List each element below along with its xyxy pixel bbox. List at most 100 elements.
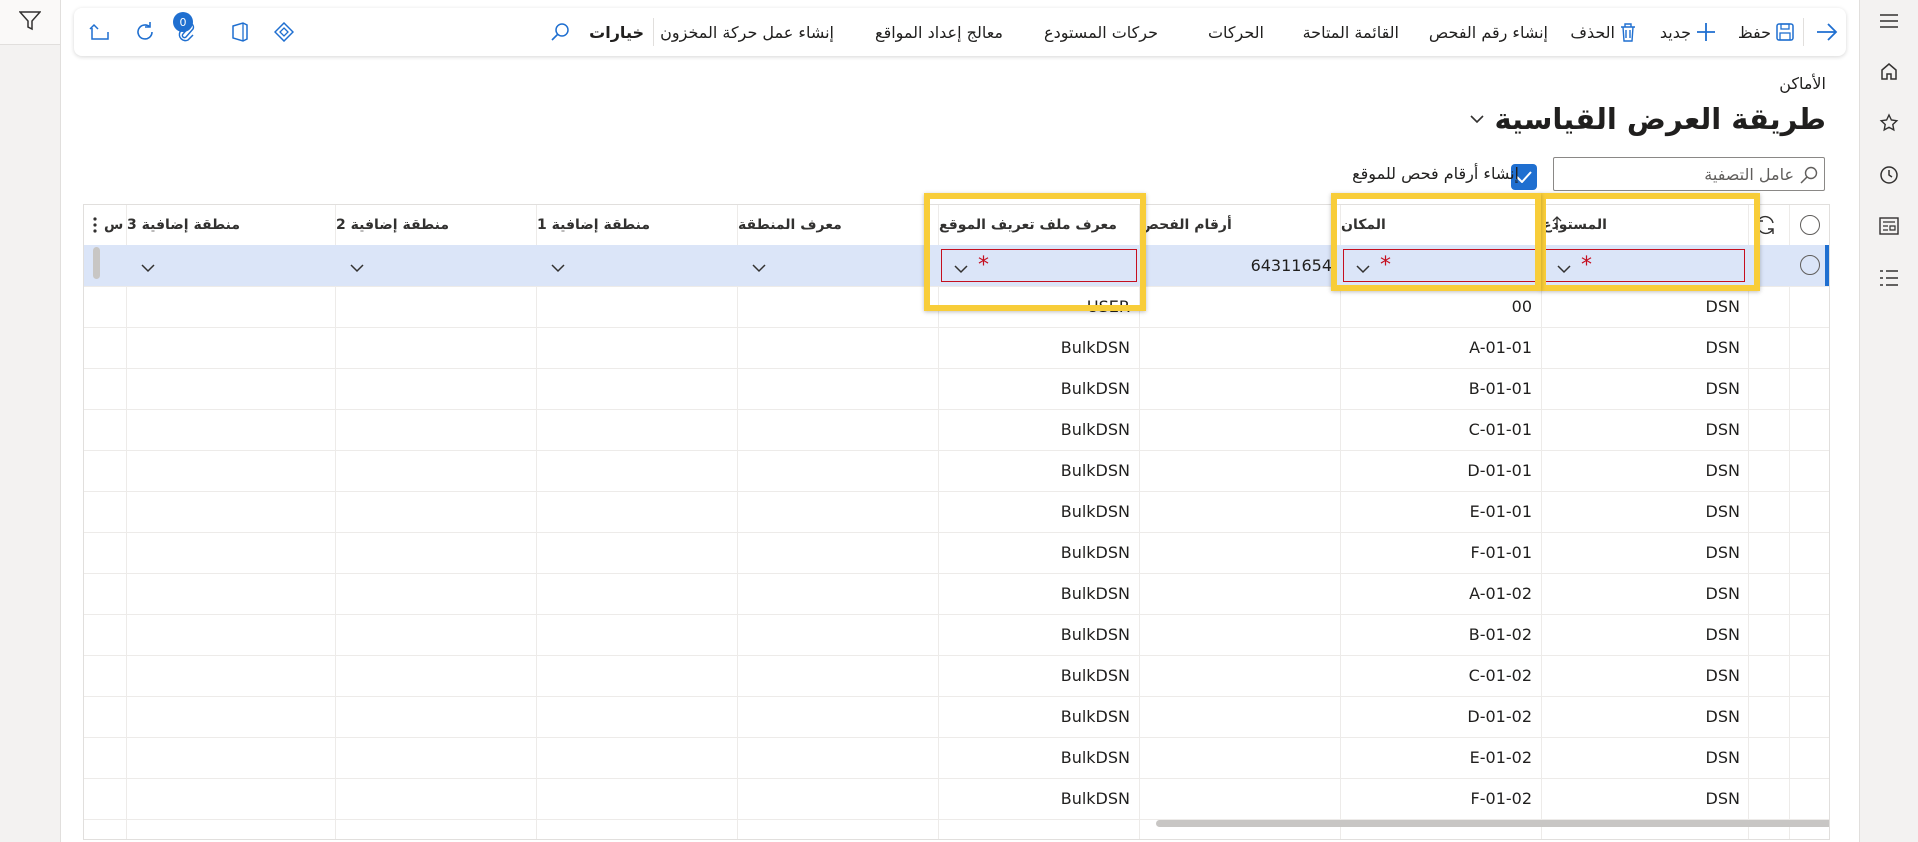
check-digits-cell[interactable]: 64311654 [1140, 245, 1340, 286]
warehouse-cell[interactable]: DSN [1542, 491, 1748, 532]
location-cell[interactable]: B-01-02 [1341, 614, 1540, 655]
transactions-button[interactable]: الحركات [1208, 8, 1264, 56]
location-profile-cell[interactable]: BulkDSN [939, 573, 1138, 614]
search-button[interactable] [550, 8, 570, 56]
location-profile-cell[interactable]: BulkDSN [939, 696, 1138, 737]
warehouse-cell[interactable]: DSN [1542, 737, 1748, 778]
warehouse-cell[interactable]: DSN [1542, 778, 1748, 819]
location-cell[interactable]: A-01-01 [1341, 327, 1540, 368]
create-check-digits-button[interactable]: إنشاء رقم الفحص [1429, 8, 1548, 56]
home-icon[interactable] [1879, 61, 1899, 81]
view-title: طريقة العرض القياسية [1494, 102, 1826, 136]
location-profile-cell[interactable]: BulkDSN [939, 737, 1138, 778]
location-cell[interactable]: D-01-01 [1341, 450, 1540, 491]
table-row[interactable]: DSN D-01-02 BulkDSN [84, 696, 1829, 738]
location-cell[interactable]: B-01-01 [1341, 368, 1540, 409]
delete-label: الحذف [1570, 22, 1615, 42]
power-apps-button[interactable] [274, 8, 294, 56]
table-row[interactable]: DSN A-01-01 BulkDSN [84, 327, 1829, 369]
column-header-zone[interactable]: معرف المنطقة [738, 205, 938, 245]
column-header-extra-zone-2[interactable]: منطقة إضافية 2 [336, 205, 536, 245]
warehouse-cell[interactable]: DSN [1542, 450, 1748, 491]
warehouse-cell[interactable]: DSN [1542, 655, 1748, 696]
table-row[interactable]: DSN C-01-01 BulkDSN [84, 409, 1829, 451]
highlight-location-profile-column [924, 193, 1146, 311]
available-list-button[interactable]: القائمة المتاحة [1303, 8, 1399, 56]
search-icon [550, 22, 570, 42]
office-icon [231, 22, 249, 42]
table-row[interactable]: DSN C-01-02 BulkDSN [84, 655, 1829, 697]
refresh-button[interactable] [134, 8, 156, 56]
table-row[interactable]: DSN B-01-01 BulkDSN [84, 368, 1829, 410]
location-cell[interactable]: D-01-02 [1341, 696, 1540, 737]
warehouse-cell[interactable]: DSN [1542, 368, 1748, 409]
vertical-scrollbar[interactable] [93, 247, 100, 279]
warehouse-cell[interactable]: DSN [1542, 409, 1748, 450]
table-row[interactable]: DSN B-01-02 BulkDSN [84, 614, 1829, 656]
office-button[interactable] [231, 8, 249, 56]
attachments-button[interactable]: 0 [173, 8, 196, 56]
modules-list-icon[interactable] [1879, 268, 1899, 288]
view-selector[interactable]: طريقة العرض القياسية [1470, 102, 1826, 136]
filter-icon[interactable] [19, 11, 41, 31]
action-pane: حفظ جديد الحذف إنشاء رقم الفحص القائمة ا… [74, 8, 1846, 56]
row-select-radio[interactable] [1800, 255, 1820, 275]
zone-dropdown[interactable] [740, 249, 936, 282]
location-profile-cell[interactable]: BulkDSN [939, 491, 1138, 532]
warehouse-cell[interactable]: DSN [1542, 696, 1748, 737]
location-profile-cell[interactable]: BulkDSN [939, 655, 1138, 696]
column-header-check-digits[interactable]: أرقام الفحص [1140, 205, 1340, 245]
location-profile-cell[interactable]: BulkDSN [939, 614, 1138, 655]
location-cell[interactable]: E-01-02 [1341, 737, 1540, 778]
warehouse-cell[interactable]: DSN [1542, 286, 1748, 327]
table-row[interactable]: DSN F-01-01 BulkDSN [84, 532, 1829, 574]
warehouse-transactions-button[interactable]: حركات المستودع [1044, 8, 1158, 56]
recent-clock-icon[interactable] [1879, 165, 1899, 185]
delete-button[interactable]: الحذف [1570, 8, 1636, 56]
location-cell[interactable]: C-01-01 [1341, 409, 1540, 450]
plus-icon [1696, 22, 1716, 42]
location-cell[interactable]: 00 [1341, 286, 1540, 327]
extra-zone-2-dropdown[interactable] [338, 249, 534, 282]
workspaces-icon[interactable] [1879, 216, 1899, 236]
column-header-extra-zone-1[interactable]: منطقة إضافية 1 [537, 205, 737, 245]
select-all-radio[interactable] [1800, 215, 1820, 235]
extra-zone-3-dropdown[interactable] [129, 249, 333, 282]
location-profile-cell[interactable]: BulkDSN [939, 327, 1138, 368]
location-cell[interactable]: F-01-01 [1341, 532, 1540, 573]
location-cell[interactable]: E-01-01 [1341, 491, 1540, 532]
location-profile-cell[interactable]: BulkDSN [939, 409, 1138, 450]
hamburger-menu-icon[interactable] [1879, 11, 1899, 31]
create-inventory-movement-button[interactable]: إنشاء عمل حركة المخزون [660, 8, 834, 56]
horizontal-scrollbar[interactable] [1156, 820, 1829, 827]
location-cell[interactable]: C-01-02 [1341, 655, 1540, 696]
table-row[interactable]: DSN F-01-02 BulkDSN [84, 778, 1829, 820]
favorites-star-icon[interactable] [1879, 113, 1899, 133]
location-cell[interactable]: A-01-02 [1341, 573, 1540, 614]
location-profile-cell[interactable]: BulkDSN [939, 450, 1138, 491]
warehouse-cell[interactable]: DSN [1542, 614, 1748, 655]
table-row[interactable]: DSN E-01-01 BulkDSN [84, 491, 1829, 533]
column-header-overflow[interactable]: س [104, 205, 126, 245]
open-in-new-window-button[interactable] [89, 8, 111, 56]
location-setup-wizard-button[interactable]: معالج إعداد المواقع [875, 8, 1003, 56]
table-row[interactable]: DSN E-01-02 BulkDSN [84, 737, 1829, 779]
warehouse-cell[interactable]: DSN [1542, 532, 1748, 573]
options-tab[interactable]: خيارات [589, 8, 644, 56]
extra-zone-1-dropdown[interactable] [539, 249, 735, 282]
warehouse-cell[interactable]: DSN [1542, 573, 1748, 614]
attachments-count-badge: 0 [173, 12, 193, 32]
save-button[interactable]: حفظ [1738, 8, 1794, 56]
column-header-extra-zone-3[interactable]: منطقة إضافية 3 [127, 205, 335, 245]
back-button[interactable] [1816, 8, 1838, 56]
location-profile-cell[interactable]: BulkDSN [939, 532, 1138, 573]
new-button[interactable]: جديد [1660, 8, 1716, 56]
grid-filter-input[interactable]: عامل التصفية [1553, 157, 1825, 191]
location-profile-cell[interactable]: BulkDSN [939, 368, 1138, 409]
table-row[interactable]: DSN D-01-01 BulkDSN [84, 450, 1829, 492]
warehouse-cell[interactable]: DSN [1542, 327, 1748, 368]
table-row[interactable]: DSN A-01-02 BulkDSN [84, 573, 1829, 615]
location-cell[interactable]: F-01-02 [1341, 778, 1540, 819]
more-options-icon[interactable] [92, 215, 98, 235]
location-profile-cell[interactable]: BulkDSN [939, 778, 1138, 819]
